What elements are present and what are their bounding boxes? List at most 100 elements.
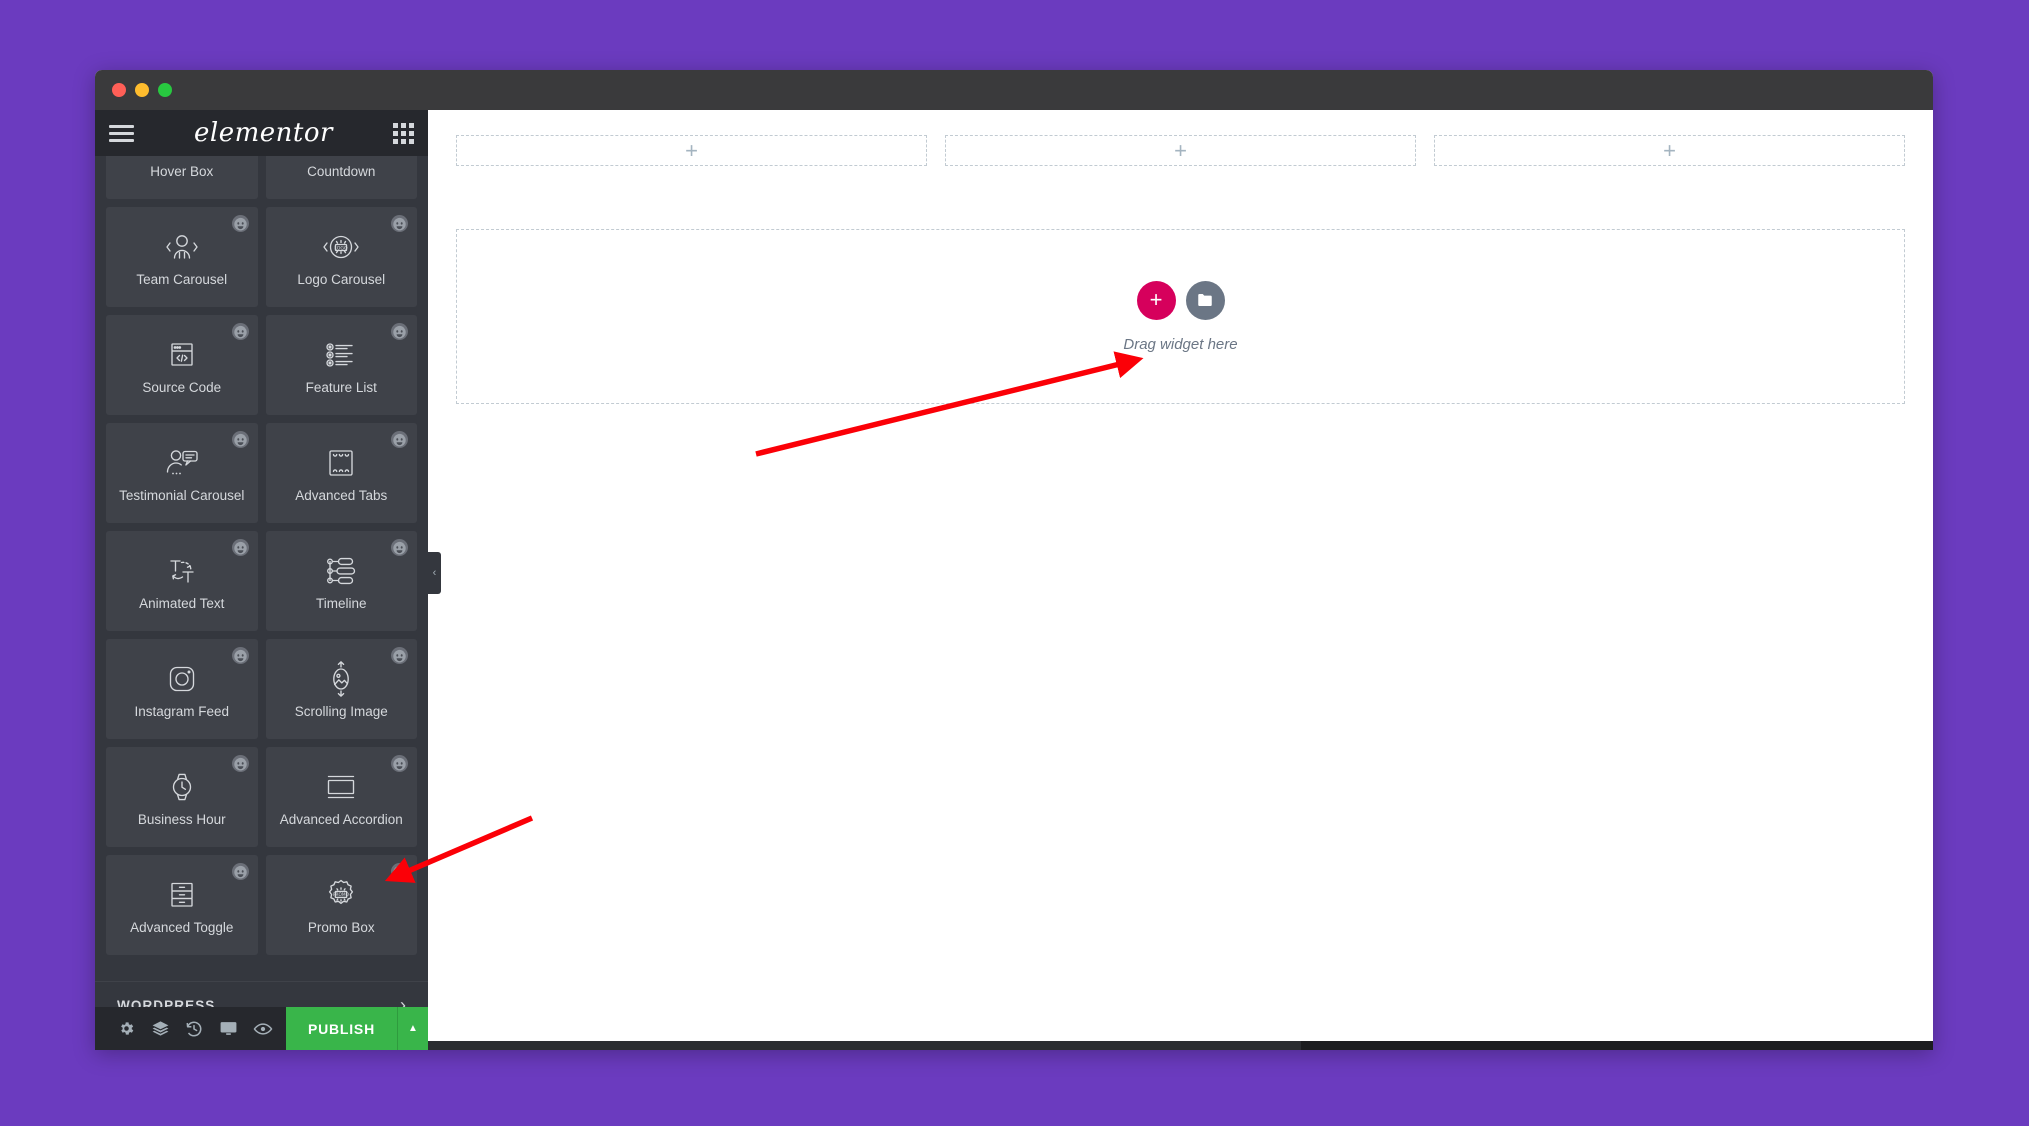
- scrollbar-thumb[interactable]: [428, 1041, 1301, 1050]
- widget-label: Countdown: [307, 163, 376, 179]
- logo-carousel-icon: LOGO: [317, 226, 365, 268]
- chevron-right-icon: ›: [400, 995, 406, 1007]
- widget-label: Promo Box: [307, 919, 375, 935]
- widget-label: Advanced Accordion: [279, 811, 403, 827]
- drop-area-buttons: +: [1136, 280, 1225, 320]
- widget-label: Timeline: [315, 595, 367, 611]
- window-close-button[interactable]: [112, 83, 126, 97]
- add-template-button[interactable]: [1185, 280, 1225, 320]
- pro-badge-icon: [391, 539, 408, 556]
- hover-box-icon: [158, 156, 206, 160]
- instagram-feed-icon: [158, 658, 206, 700]
- timeline-icon: [317, 550, 365, 592]
- animated-text-icon: [158, 550, 206, 592]
- publish-options-arrow-icon[interactable]: ▲: [397, 1007, 428, 1050]
- widget-card-advanced-toggle[interactable]: Advanced Toggle: [106, 855, 258, 955]
- add-new-section-button[interactable]: +: [1136, 280, 1176, 320]
- pro-badge-icon: [231, 431, 249, 448]
- panel-widget-scroll-area[interactable]: Hover Box Countdown Team Carousel LOGO Lo…: [95, 156, 428, 1007]
- window-minimize-button[interactable]: [135, 83, 149, 97]
- category-label: WORDPRESS: [117, 997, 216, 1008]
- testimonial-carousel-icon: [158, 442, 206, 484]
- svg-text:PROMO: PROMO: [333, 892, 350, 898]
- folder-icon: [1198, 294, 1212, 306]
- panel-collapse-toggle[interactable]: ‹: [428, 552, 441, 594]
- drop-section-2[interactable]: +: [945, 135, 1416, 166]
- business-hour-icon: [158, 766, 206, 808]
- pro-badge-icon: [231, 863, 249, 880]
- plus-icon: +: [1663, 137, 1676, 163]
- team-carousel-icon: [158, 226, 206, 268]
- window-maximize-button[interactable]: [158, 83, 172, 97]
- pro-badge-icon: [231, 323, 249, 340]
- widget-card-countdown[interactable]: Countdown: [265, 156, 417, 199]
- widget-label: Business Hour: [137, 811, 226, 827]
- pro-badge-icon: [231, 215, 249, 232]
- widget-label: Feature List: [305, 379, 377, 395]
- plus-icon: +: [1174, 137, 1187, 163]
- scrolling-image-icon: [317, 658, 365, 700]
- publish-button[interactable]: PUBLISH: [285, 1007, 397, 1050]
- widget-card-animated-text[interactable]: Animated Text: [106, 531, 258, 631]
- widget-label: Animated Text: [139, 595, 225, 611]
- widget-card-business-hour[interactable]: Business Hour: [106, 747, 258, 847]
- window-titlebar: [95, 70, 1933, 110]
- widget-label: Instagram Feed: [134, 703, 230, 719]
- elementor-panel: elementor Hover Box Countdown Team Carous…: [95, 110, 441, 1050]
- widget-card-advanced-accordion[interactable]: Advanced Accordion: [265, 747, 417, 847]
- widget-label: Scrolling Image: [294, 703, 388, 719]
- layers-navigator-icon[interactable]: [149, 1007, 171, 1050]
- elementor-logo: elementor: [194, 118, 333, 148]
- panel-header: elementor: [95, 110, 428, 156]
- widget-card-source-code[interactable]: Source Code: [106, 315, 258, 415]
- hamburger-menu-icon[interactable]: [109, 121, 134, 146]
- widget-label: Hover Box: [150, 163, 214, 179]
- widget-card-team-carousel[interactable]: Team Carousel: [106, 207, 258, 307]
- pro-badge-icon: [231, 539, 249, 556]
- widget-card-promo-box[interactable]: PROMO Promo Box: [265, 855, 417, 955]
- drag-widget-hint: Drag widget here: [1123, 335, 1238, 353]
- pro-badge-icon: [231, 647, 249, 664]
- category-row-wordpress[interactable]: WORDPRESS ›: [95, 981, 428, 1007]
- pro-badge-icon: [391, 431, 408, 448]
- widgets-grid-icon[interactable]: [393, 122, 414, 144]
- widget-card-logo-carousel[interactable]: LOGO Logo Carousel: [265, 207, 417, 307]
- top-drop-sections: + + +: [428, 110, 1933, 166]
- pro-badge-icon: [391, 215, 408, 232]
- widget-list: Hover Box Countdown Team Carousel LOGO Lo…: [95, 156, 428, 955]
- settings-gear-icon[interactable]: [115, 1007, 137, 1050]
- drop-section-3[interactable]: +: [1434, 135, 1905, 166]
- preview-eye-icon[interactable]: [252, 1007, 274, 1050]
- plus-icon: +: [685, 137, 698, 163]
- main-drop-area[interactable]: + Drag widget here: [456, 229, 1905, 404]
- widget-label: Advanced Tabs: [295, 487, 388, 503]
- pro-badge-icon: [391, 755, 408, 772]
- canvas-horizontal-scrollbar[interactable]: [428, 1041, 1933, 1050]
- app-window: elementor Hover Box Countdown Team Carous…: [95, 70, 1933, 1050]
- widget-label: Logo Carousel: [297, 271, 386, 287]
- widget-card-feature-list[interactable]: Feature List: [265, 315, 417, 415]
- source-code-icon: [158, 334, 206, 376]
- panel-footer: PUBLISH ▲: [95, 1007, 428, 1050]
- feature-list-icon: [317, 334, 365, 376]
- pro-badge-icon: [391, 647, 408, 664]
- widget-card-testimonial-carousel[interactable]: Testimonial Carousel: [106, 423, 258, 523]
- responsive-monitor-icon[interactable]: [218, 1007, 240, 1050]
- advanced-tabs-icon: [317, 442, 365, 484]
- widget-card-hover-box[interactable]: Hover Box: [106, 156, 258, 199]
- countdown-icon: [317, 156, 365, 160]
- advanced-accordion-icon: [317, 766, 365, 808]
- svg-text:LOGO: LOGO: [335, 245, 349, 251]
- editor-canvas: + + + + Drag widget here: [428, 110, 1933, 1050]
- history-revisions-icon[interactable]: [183, 1007, 205, 1050]
- widget-card-instagram-feed[interactable]: Instagram Feed: [106, 639, 258, 739]
- promo-box-icon: PROMO: [317, 874, 365, 916]
- publish-button-group: PUBLISH ▲: [285, 1007, 428, 1050]
- widget-card-timeline[interactable]: Timeline: [265, 531, 417, 631]
- widget-card-scrolling-image[interactable]: Scrolling Image: [265, 639, 417, 739]
- pro-badge-icon: [231, 755, 249, 772]
- widget-label: Team Carousel: [136, 271, 228, 287]
- pro-badge-icon: [391, 863, 408, 880]
- widget-card-advanced-tabs[interactable]: Advanced Tabs: [265, 423, 417, 523]
- drop-section-1[interactable]: +: [456, 135, 927, 166]
